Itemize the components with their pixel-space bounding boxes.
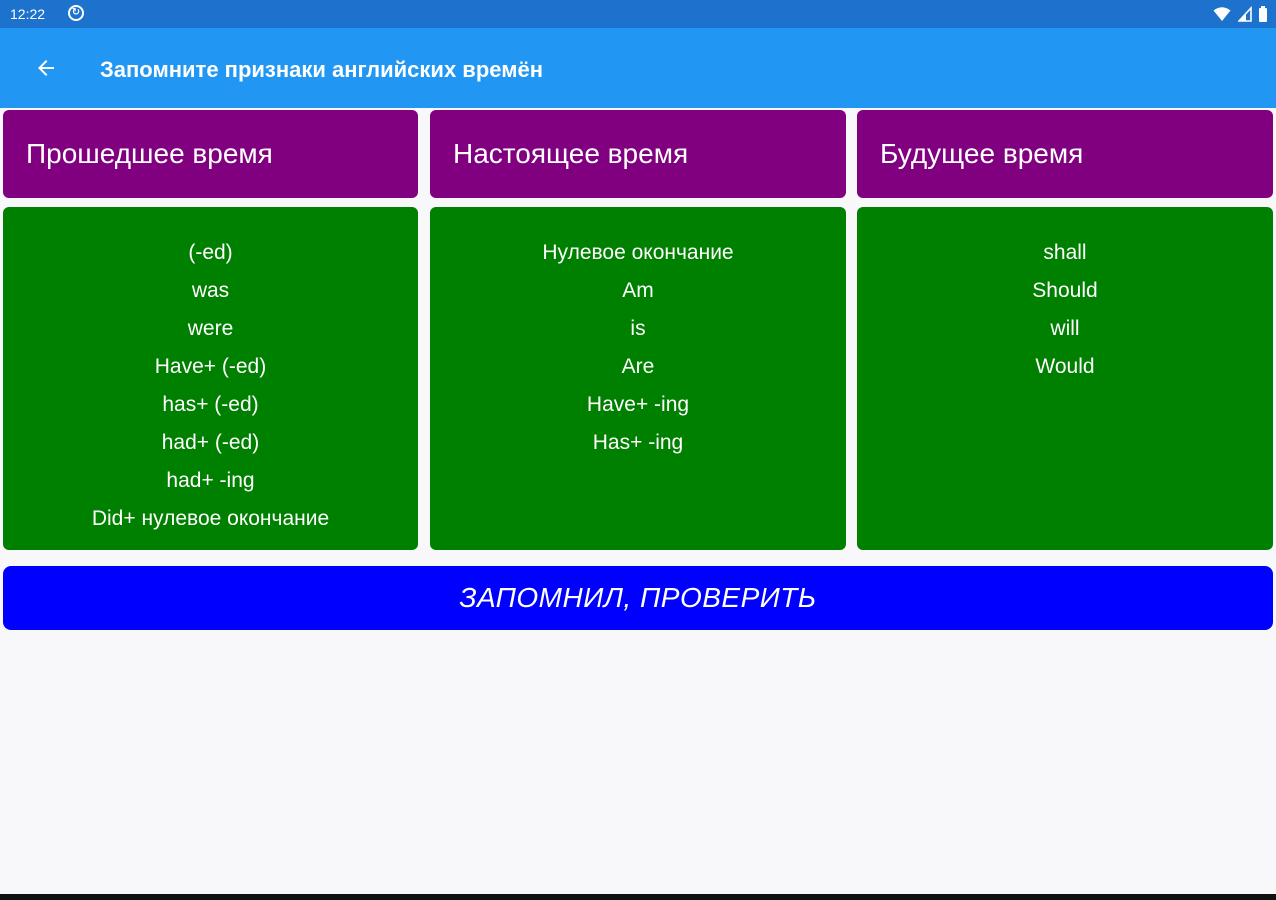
check-button[interactable]: ЗАПОМНИЛ, ПРОВЕРИТЬ bbox=[3, 566, 1273, 630]
future-tense-title: Будущее время bbox=[880, 138, 1084, 169]
signal-icon bbox=[1237, 6, 1252, 22]
page-title: Запомните признаки английских времён bbox=[100, 57, 544, 82]
list-item: Would bbox=[1035, 355, 1095, 378]
back-button[interactable] bbox=[28, 50, 64, 86]
list-item: Нулевое окончание bbox=[542, 241, 734, 264]
list-item: has+ (-ed) bbox=[162, 393, 259, 416]
past-tense-list: (-ed) was were Have+ (-ed) has+ (-ed) ha… bbox=[3, 207, 418, 550]
present-tense-title: Настоящее время bbox=[453, 138, 689, 169]
list-item: will bbox=[1050, 317, 1080, 340]
list-item: Did+ нулевое окончание bbox=[91, 507, 330, 530]
battery-icon bbox=[1259, 6, 1267, 22]
list-item: Are bbox=[621, 355, 655, 378]
list-item: had+ (-ed) bbox=[161, 431, 260, 454]
list-item: were bbox=[187, 317, 234, 340]
list-item: was bbox=[191, 279, 230, 302]
wifi-icon bbox=[1213, 7, 1231, 21]
list-item: Have+ (-ed) bbox=[154, 355, 267, 378]
list-item: Have+ -ing bbox=[586, 393, 690, 416]
past-tense-title: Прошедшее время bbox=[26, 138, 273, 169]
app-bar: Запомните признаки английских времён bbox=[0, 28, 1276, 108]
status-time: 12:22 bbox=[10, 6, 46, 22]
status-bar: 12:22 ↻ bbox=[0, 0, 1276, 28]
list-item: Has+ -ing bbox=[592, 431, 684, 454]
future-tense-header: Будущее время bbox=[857, 110, 1273, 198]
list-item: had+ -ing bbox=[166, 469, 255, 492]
past-tense-header: Прошедшее время bbox=[3, 110, 418, 198]
arrow-back-icon bbox=[38, 60, 54, 76]
screen: 12:22 ↻ Запомните признаки английских вр… bbox=[0, 0, 1276, 894]
list-item: is bbox=[630, 317, 646, 340]
list-item: Should bbox=[1032, 279, 1098, 302]
check-button-label: ЗАПОМНИЛ, ПРОВЕРИТЬ bbox=[459, 582, 817, 613]
future-tense-list: shall Should will Would bbox=[857, 207, 1273, 550]
list-item: Am bbox=[622, 279, 654, 302]
present-tense-header: Настоящее время bbox=[430, 110, 846, 198]
sync-icon: ↻ bbox=[68, 5, 84, 21]
present-tense-list: Нулевое окончание Am is Are Have+ -ing H… bbox=[430, 207, 846, 550]
list-item: (-ed) bbox=[188, 241, 233, 264]
status-icons bbox=[1211, 6, 1268, 22]
list-item: shall bbox=[1043, 241, 1087, 264]
